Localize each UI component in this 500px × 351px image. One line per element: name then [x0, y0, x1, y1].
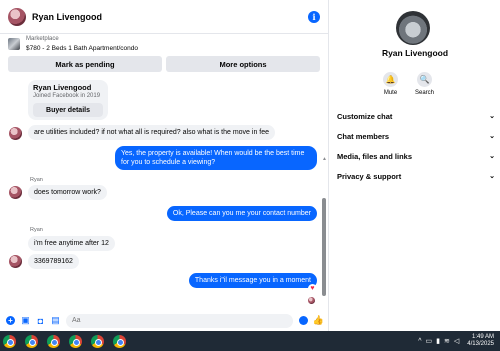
- sender-name: Ryan: [30, 227, 43, 233]
- sender-name: Ryan: [30, 177, 43, 183]
- chevron-down-icon: ⌄: [489, 113, 495, 120]
- bell-icon: 🔔: [383, 72, 398, 87]
- battery-icon[interactable]: ▮: [436, 337, 440, 345]
- chrome-icon[interactable]: [3, 334, 16, 348]
- message-input[interactable]: [66, 313, 293, 328]
- message-avatar: [9, 186, 22, 199]
- chevron-down-icon: ⌄: [489, 153, 495, 160]
- profile-name[interactable]: Ryan Livengood: [330, 48, 500, 58]
- listing-actions: Mark as pending More options: [0, 54, 328, 74]
- message-bubble-outgoing[interactable]: Ok, Please can you me your contact numbe…: [166, 206, 317, 221]
- chrome-icon[interactable]: [91, 334, 104, 348]
- profile-card-name: Ryan Livengood: [33, 83, 92, 92]
- clock[interactable]: 1:49 AM 4/13/2025: [467, 334, 494, 348]
- contact-avatar[interactable]: [8, 7, 26, 26]
- message-avatar: [9, 255, 22, 268]
- menu-chat-members[interactable]: Chat members ⌄: [337, 126, 495, 146]
- network-icon[interactable]: ▭: [426, 337, 433, 345]
- message-bubble-incoming[interactable]: i'm free anytime after 12: [28, 236, 115, 251]
- chrome-icon[interactable]: [25, 334, 38, 348]
- read-receipt-avatar: [308, 297, 315, 304]
- conversation-details-pane: Ryan Livengood 🔔 Mute 🔍 Search Customize…: [330, 0, 500, 331]
- image-icon[interactable]: ▣: [21, 315, 30, 325]
- emoji-icon[interactable]: [299, 316, 308, 325]
- chevron-up-icon[interactable]: ^: [418, 338, 421, 345]
- search-label: Search: [415, 90, 435, 96]
- listing-thumbnail: [8, 38, 20, 50]
- marketplace-listing[interactable]: Marketplace $780 - 2 Beds 1 Bath Apartme…: [0, 34, 328, 54]
- message-bubble-incoming[interactable]: does tomorrow work?: [28, 185, 107, 200]
- search-icon: 🔍: [417, 72, 432, 87]
- menu-customize-chat[interactable]: Customize chat ⌄: [337, 106, 495, 126]
- chat-pane: Ryan Livengood i Marketplace $780 - 2 Be…: [0, 0, 329, 331]
- message-bubble-incoming[interactable]: are utilities included? if not what all …: [28, 125, 276, 140]
- mute-button[interactable]: 🔔 Mute: [383, 72, 398, 96]
- composer: + ▣ ◘ ▤ 👍: [0, 310, 329, 331]
- menu-media-files-links[interactable]: Media, files and links ⌄: [337, 146, 495, 166]
- gif-icon[interactable]: ▤: [51, 315, 60, 325]
- sticker-icon[interactable]: ◘: [36, 316, 45, 326]
- message-list[interactable]: ▲ Ryan Livengood Joined Facebook in 2019…: [0, 76, 329, 310]
- message-bubble-outgoing[interactable]: Thanks i"il message you in a moment: [188, 273, 317, 288]
- scroll-up-arrow[interactable]: ▲: [322, 156, 328, 162]
- volume-icon[interactable]: ◁: [454, 337, 459, 345]
- mark-as-pending-button[interactable]: Mark as pending: [8, 56, 162, 72]
- heart-reaction-icon: ♥: [308, 284, 317, 293]
- profile-avatar-large[interactable]: [396, 11, 430, 45]
- profile-card-joined: Joined Facebook in 2019: [33, 93, 101, 99]
- search-button[interactable]: 🔍 Search: [415, 72, 434, 96]
- clock-time: 1:49 AM: [471, 334, 494, 340]
- chevron-down-icon: ⌄: [489, 173, 495, 180]
- clock-date: 4/13/2025: [467, 341, 494, 347]
- plus-icon[interactable]: +: [6, 316, 15, 325]
- scrollbar-thumb[interactable]: [322, 198, 326, 296]
- buyer-details-button[interactable]: Buyer details: [33, 103, 103, 117]
- system-tray: ^ ▭ ▮ ≋ ◁ 1:49 AM 4/13/2025: [418, 331, 494, 351]
- more-options-button[interactable]: More options: [166, 56, 320, 72]
- chat-header: Ryan Livengood i: [0, 0, 328, 34]
- mute-label: Mute: [383, 90, 398, 96]
- wifi-icon[interactable]: ≋: [444, 337, 450, 345]
- info-icon[interactable]: i: [308, 10, 320, 23]
- thumbs-up-icon[interactable]: 👍: [313, 315, 324, 325]
- menu-privacy-support[interactable]: Privacy & support ⌄: [337, 166, 495, 186]
- details-menu: Customize chat ⌄ Chat members ⌄ Media, fil…: [337, 106, 495, 186]
- profile-card: Ryan Livengood Joined Facebook in 2019 B…: [28, 80, 108, 120]
- chrome-icon[interactable]: [69, 334, 82, 348]
- chrome-icon[interactable]: [113, 334, 126, 348]
- chevron-down-icon: ⌄: [489, 133, 495, 140]
- listing-label: Marketplace: [26, 36, 59, 42]
- listing-title: $780 - 2 Beds 1 Bath Apartment/condo: [26, 45, 139, 52]
- taskbar: ^ ▭ ▮ ≋ ◁ 1:49 AM 4/13/2025: [0, 331, 500, 351]
- profile-actions: 🔔 Mute 🔍 Search: [383, 72, 434, 96]
- message-bubble-outgoing[interactable]: Yes, the property is available! When wou…: [115, 146, 317, 170]
- chrome-icon[interactable]: [47, 334, 60, 348]
- message-bubble-incoming[interactable]: 3369789162: [28, 254, 79, 269]
- message-avatar: [9, 127, 22, 140]
- contact-name[interactable]: Ryan Livengood: [32, 12, 308, 22]
